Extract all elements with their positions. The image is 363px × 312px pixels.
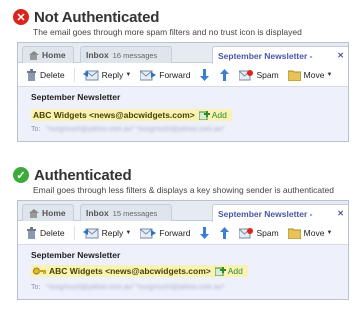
trash-icon (27, 68, 36, 81)
delete-button[interactable]: Delete (26, 226, 65, 239)
forward-button[interactable]: Forward (140, 69, 190, 81)
recipient-row: To: *ourgrnuch@yahoo.com.au* *ourgrnuch@… (31, 284, 348, 291)
sender-row: ABC Widgets <news@abcwidgets.com> Add (31, 265, 248, 277)
tab-inbox-count: 15 messages (112, 208, 158, 218)
section-title: Authenticated (34, 166, 132, 184)
reply-dropdown-icon[interactable]: ▼ (125, 72, 131, 78)
message-toolbar: Delete Reply ▼ Forward Spam Move ▼ (18, 63, 348, 87)
arrow-down-icon (200, 68, 210, 81)
reply-label: Reply (101, 227, 124, 238)
mail-client-screenshot: Home Inbox 16 messages September Newslet… (17, 42, 349, 142)
folder-icon (287, 70, 301, 81)
next-message-button[interactable] (199, 68, 210, 81)
delete-label: Delete (40, 227, 65, 238)
section-title: Not Authenticated (34, 8, 160, 26)
toolbar-divider (73, 67, 75, 82)
tab-message-label: September Newsletter - (218, 208, 313, 219)
add-contact-label: Add (227, 266, 243, 276)
key-icon (33, 267, 46, 275)
tab-home[interactable]: Home (22, 46, 74, 63)
tab-inbox-label: Inbox (86, 208, 109, 218)
reply-dropdown-icon[interactable]: ▼ (125, 230, 131, 236)
forward-icon (140, 228, 157, 238)
message-subject: September Newsletter (31, 92, 121, 102)
section-heading: ✕ Not Authenticated (13, 7, 159, 27)
move-button[interactable]: Move ▼ (287, 227, 332, 239)
add-contact-label: Add (211, 110, 227, 120)
spam-button[interactable]: Spam (239, 69, 279, 81)
sender-address[interactable]: ABC Widgets <news@abcwidgets.com> (49, 266, 211, 276)
tab-message-label: September Newsletter - (218, 50, 313, 61)
add-contact-icon (214, 266, 226, 276)
home-icon (28, 50, 39, 60)
move-button[interactable]: Move ▼ (287, 69, 332, 81)
reply-icon (82, 228, 99, 238)
tab-home-label: Home (42, 50, 66, 60)
folder-icon (287, 228, 301, 239)
close-tab-icon[interactable]: ✕ (337, 209, 344, 218)
trash-icon (27, 226, 36, 239)
arrow-up-icon (220, 226, 230, 239)
spam-label: Spam (256, 227, 279, 238)
to-label: To: (31, 284, 41, 291)
close-tab-icon[interactable]: ✕ (337, 51, 344, 60)
move-dropdown-icon[interactable]: ▼ (326, 72, 332, 78)
tab-inbox-label: Inbox (86, 50, 109, 60)
arrow-down-icon (200, 226, 210, 239)
status-icon: ✕ (13, 9, 29, 25)
mail-client-screenshot: Home Inbox 15 messages September Newslet… (17, 200, 349, 300)
tab-inbox-count: 16 messages (112, 50, 158, 60)
tab-inbox[interactable]: Inbox 16 messages (80, 46, 172, 63)
add-contact-button[interactable]: Add (198, 110, 227, 120)
move-label: Move (303, 69, 325, 80)
arrow-up-icon (220, 68, 230, 81)
previous-message-button[interactable] (219, 68, 230, 81)
section-heading: ✓ Authenticated (13, 165, 132, 185)
forward-label: Forward (159, 227, 191, 238)
add-contact-icon (198, 110, 210, 120)
message-toolbar: Delete Reply ▼ Forward Spam Move ▼ (18, 221, 348, 245)
move-dropdown-icon[interactable]: ▼ (326, 230, 332, 236)
home-icon (28, 208, 39, 218)
to-label: To: (31, 126, 41, 133)
recipient-row: To: *ourgrnuch@yahoo.com.au* *ourgrnuch@… (31, 126, 348, 133)
add-contact-button[interactable]: Add (214, 266, 243, 276)
section-caption: The email goes through more spam filters… (33, 27, 302, 37)
spam-button[interactable]: Spam (239, 227, 279, 239)
move-label: Move (303, 227, 325, 238)
reply-button[interactable]: Reply ▼ (82, 227, 131, 239)
tab-message[interactable]: September Newsletter - ✕ (212, 204, 348, 222)
forward-icon (140, 70, 157, 80)
tab-bar: Home Inbox 16 messages September Newslet… (18, 43, 348, 64)
message-subject: September Newsletter (31, 250, 121, 260)
forward-label: Forward (159, 69, 191, 80)
reply-button[interactable]: Reply ▼ (82, 69, 131, 81)
recipient-addresses: *ourgrnuch@yahoo.com.au* *ourgrnuch@yaho… (46, 284, 225, 291)
sender-row: ABC Widgets <news@abcwidgets.com> Add (31, 109, 232, 121)
delete-button[interactable]: Delete (26, 68, 65, 81)
next-message-button[interactable] (199, 226, 210, 239)
spam-icon (239, 227, 254, 238)
tab-inbox[interactable]: Inbox 15 messages (80, 204, 172, 221)
tab-message[interactable]: September Newsletter - ✕ (212, 46, 348, 64)
tab-bar: Home Inbox 15 messages September Newslet… (18, 201, 348, 222)
delete-label: Delete (40, 69, 65, 80)
reply-label: Reply (101, 69, 124, 80)
section-caption: Email goes through less filters & displa… (33, 185, 334, 195)
message-header: September Newsletter ABC Widgets <news@a… (18, 87, 348, 141)
recipient-addresses: *ourgrnuch@yahoo.com.au* *ourgrnuch@yaho… (46, 126, 225, 133)
sender-address[interactable]: ABC Widgets <news@abcwidgets.com> (33, 110, 195, 120)
forward-button[interactable]: Forward (140, 227, 190, 239)
status-icon: ✓ (13, 167, 29, 183)
message-header: September Newsletter ABC Widgets <news@a… (18, 245, 348, 299)
tab-home[interactable]: Home (22, 204, 74, 221)
spam-icon (239, 69, 254, 80)
spam-label: Spam (256, 69, 279, 80)
reply-icon (82, 70, 99, 80)
tab-home-label: Home (42, 208, 66, 218)
toolbar-divider (73, 225, 75, 240)
previous-message-button[interactable] (219, 226, 230, 239)
